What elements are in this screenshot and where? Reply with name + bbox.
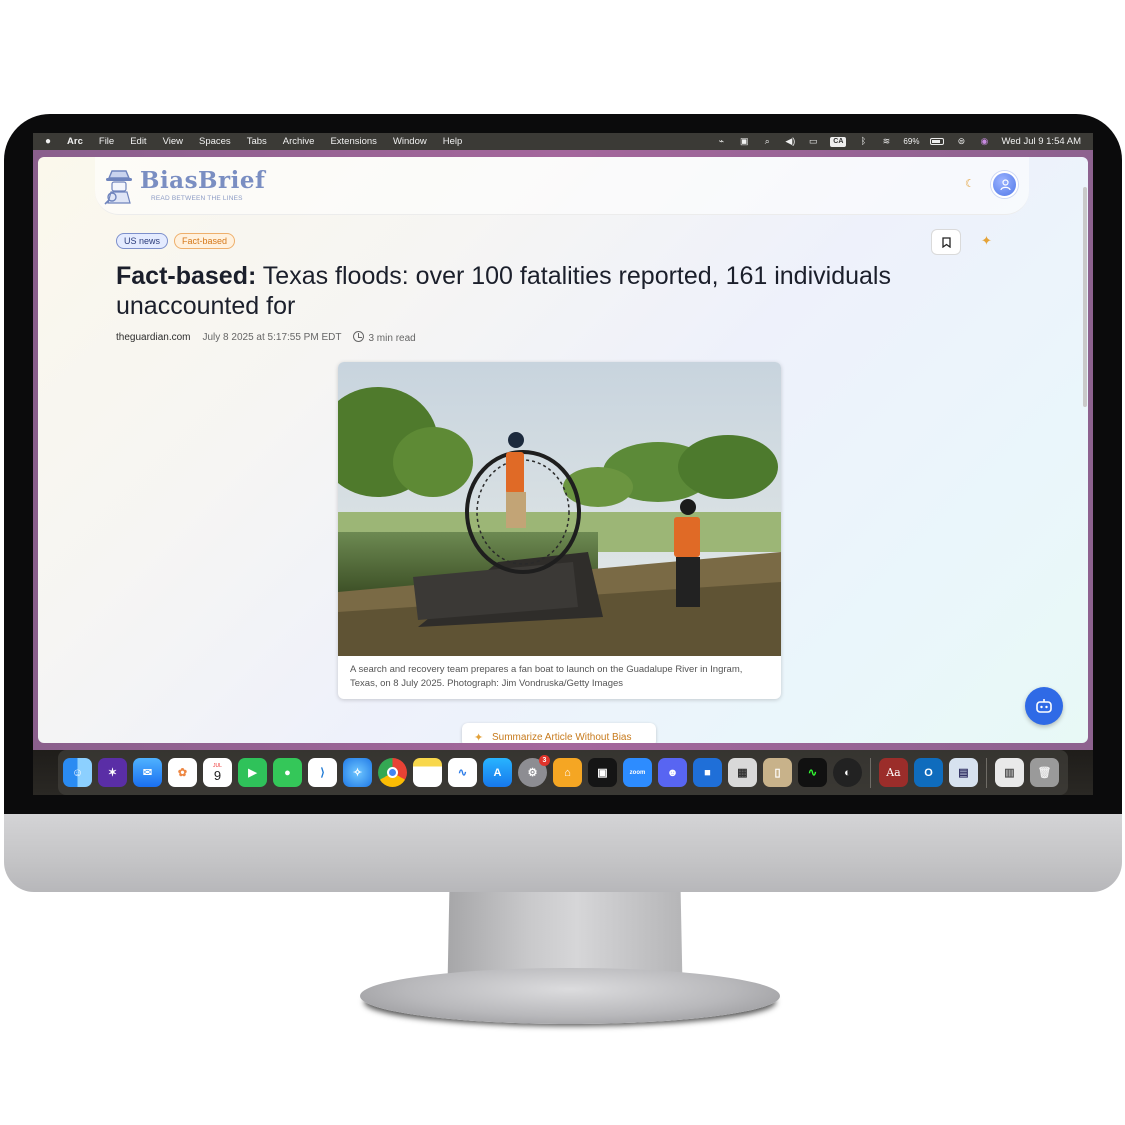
mail-icon[interactable]: ✉ bbox=[133, 758, 162, 787]
finder-icon[interactable]: ☺ bbox=[63, 758, 92, 787]
menu-window[interactable]: Window bbox=[393, 136, 427, 147]
cast-icon[interactable]: ⌁ bbox=[715, 137, 727, 146]
calendar-icon[interactable]: JUL 9 bbox=[203, 758, 232, 787]
messages-icon[interactable]: ● bbox=[273, 758, 302, 787]
menu-app-arc[interactable]: Arc bbox=[67, 136, 83, 147]
tag-us-news[interactable]: US news bbox=[116, 233, 169, 249]
facetime-icon[interactable]: ▶ bbox=[238, 758, 267, 787]
photo-caption: A search and recovery team prepares a fa… bbox=[350, 664, 743, 689]
bookmark-icon bbox=[942, 237, 951, 248]
menu-tabs[interactable]: Tabs bbox=[247, 136, 267, 147]
title-bias-label: Fact-based: bbox=[116, 262, 257, 290]
video-camera-icon[interactable]: ■ bbox=[693, 758, 722, 787]
wifi-icon[interactable]: ≋ bbox=[880, 137, 892, 146]
article-tags: US news Fact-based bbox=[116, 233, 236, 249]
arc-app-icon[interactable]: ✶ bbox=[98, 758, 127, 787]
clock-icon bbox=[353, 331, 365, 342]
siri-icon[interactable]: ◉ bbox=[978, 137, 990, 146]
article-date: July 8 2025 at 5:17:55 PM EDT bbox=[202, 331, 342, 343]
read-time-label: 3 min read bbox=[368, 333, 416, 344]
volume-icon[interactable]: ◀) bbox=[784, 137, 796, 146]
apple-menu-icon[interactable]: ● bbox=[45, 136, 51, 147]
display-icon[interactable]: ▭ bbox=[807, 137, 819, 146]
arc-browser-window: BiasBrief READ BETWEEN THE LINES ☾ US ne… bbox=[33, 150, 1093, 750]
battery-icon[interactable] bbox=[930, 138, 945, 145]
summarize-article-button[interactable]: ✦ Summarize Article Without Bias bbox=[462, 723, 656, 743]
discord-icon[interactable]: ☻ bbox=[658, 758, 687, 787]
webpage: BiasBrief READ BETWEEN THE LINES ☾ US ne… bbox=[38, 157, 1088, 743]
bookmark-button[interactable] bbox=[931, 229, 961, 255]
downloads-stack-icon[interactable]: ▥ bbox=[995, 758, 1024, 787]
dictionary-icon[interactable]: Aa bbox=[879, 758, 908, 787]
menu-view[interactable]: View bbox=[163, 136, 183, 147]
settings-badge: 3 bbox=[539, 755, 550, 766]
screenshot-icon[interactable]: ▣ bbox=[738, 137, 750, 146]
system-settings-icon[interactable]: ⚙ 3 bbox=[518, 755, 550, 787]
site-header: BiasBrief READ BETWEEN THE LINES ☾ bbox=[95, 157, 1029, 215]
activity-monitor-icon[interactable]: ∿ bbox=[798, 758, 827, 787]
imac-monitor: ● Arc File Edit View Spaces Tabs Archive… bbox=[0, 0, 1125, 1125]
article-source[interactable]: theguardian.com bbox=[116, 332, 191, 343]
read-time: 3 min read bbox=[353, 330, 416, 344]
app-store-icon[interactable]: A bbox=[483, 758, 512, 787]
tag-fact-based[interactable]: Fact-based bbox=[174, 233, 236, 249]
article-photo bbox=[338, 362, 781, 656]
menu-clock[interactable]: Wed Jul 9 1:54 AM bbox=[1001, 136, 1081, 147]
logo-title: BiasBrief bbox=[140, 167, 266, 194]
summarize-label: Summarize Article Without Bias bbox=[492, 732, 632, 743]
user-icon bbox=[1000, 179, 1011, 191]
vscode-icon[interactable]: ⟩ bbox=[308, 758, 337, 787]
article-title: Fact-based: Texas floods: over 100 fatal… bbox=[116, 261, 996, 321]
article-figure: A search and recovery team prepares a fa… bbox=[338, 362, 781, 699]
outlook-icon[interactable]: O bbox=[914, 758, 943, 787]
spotlight-search-icon[interactable]: ⌕ bbox=[761, 137, 773, 146]
menu-bar: ● Arc File Edit View Spaces Tabs Archive… bbox=[33, 133, 1093, 150]
chrome-icon[interactable] bbox=[378, 758, 407, 787]
notes-icon[interactable] bbox=[413, 758, 442, 787]
menu-extensions[interactable]: Extensions bbox=[330, 136, 376, 147]
menu-edit[interactable]: Edit bbox=[130, 136, 146, 147]
user-avatar-button[interactable] bbox=[991, 171, 1018, 198]
calendar-day: 9 bbox=[213, 768, 222, 783]
ai-sparkle-icon[interactable]: ✦ bbox=[981, 233, 992, 249]
trash-icon[interactable]: 🗑 bbox=[1030, 758, 1059, 787]
dock-separator bbox=[986, 757, 987, 788]
obs-icon[interactable]: ◐ bbox=[833, 758, 862, 787]
dock: ☺ ✶ ✉ ✿ JUL 9 ▶ ● ⟩ ✧ ∿ A ⚙ 3 ⌂ ▣ zoom ☻ bbox=[58, 750, 1068, 795]
home-icon[interactable]: ⌂ bbox=[553, 758, 582, 787]
calculator-icon[interactable]: ▦ bbox=[728, 758, 757, 787]
bluetooth-icon[interactable]: ᛒ bbox=[857, 137, 869, 146]
dark-mode-toggle-icon[interactable]: ☾ bbox=[965, 177, 975, 190]
box-app-icon[interactable]: ▣ bbox=[588, 758, 617, 787]
safari-icon[interactable]: ✧ bbox=[343, 758, 372, 787]
article-meta: theguardian.com July 8 2025 at 5:17:55 P… bbox=[116, 330, 416, 344]
preview-icon[interactable]: ▤ bbox=[949, 758, 978, 787]
menu-spaces[interactable]: Spaces bbox=[199, 136, 231, 147]
sparkle-icon: ✦ bbox=[474, 732, 484, 743]
zoom-icon[interactable]: zoom bbox=[623, 758, 652, 787]
menu-help[interactable]: Help bbox=[443, 136, 463, 147]
screen: ● Arc File Edit View Spaces Tabs Archive… bbox=[33, 133, 1093, 795]
site-logo[interactable]: BiasBrief READ BETWEEN THE LINES bbox=[103, 167, 266, 207]
detective-logo-icon bbox=[104, 170, 132, 205]
photos-icon[interactable]: ✿ bbox=[168, 758, 197, 787]
monitor-chin bbox=[4, 814, 1122, 892]
monitor-stand-foot bbox=[360, 968, 780, 1024]
robot-icon bbox=[1036, 699, 1052, 713]
input-source-badge[interactable]: CA bbox=[830, 136, 847, 147]
menu-file[interactable]: File bbox=[99, 136, 114, 147]
freeform-icon[interactable]: ∿ bbox=[448, 758, 477, 787]
battery-percent: 69% bbox=[903, 137, 920, 146]
chatbot-button[interactable] bbox=[1025, 687, 1063, 725]
logo-tagline: READ BETWEEN THE LINES bbox=[151, 195, 243, 202]
dock-separator bbox=[870, 757, 871, 788]
iphone-mirroring-icon[interactable]: ▯ bbox=[763, 758, 792, 787]
control-center-icon[interactable]: ⊜ bbox=[955, 137, 967, 146]
page-scrollbar[interactable] bbox=[1083, 187, 1087, 407]
menu-archive[interactable]: Archive bbox=[283, 136, 315, 147]
